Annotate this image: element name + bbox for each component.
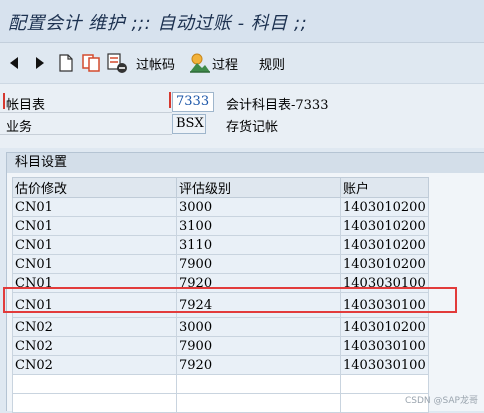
valuation-class-cell[interactable]: 7900 xyxy=(176,254,341,274)
application-toolbar: 过帐码 过程 规则 xyxy=(0,43,484,84)
next-entry-button[interactable] xyxy=(34,43,46,83)
table-header-row: 估价修改 评估级别 账户 xyxy=(12,177,429,198)
valuation-modifier-cell[interactable]: CN01 xyxy=(12,235,177,255)
delete-button[interactable] xyxy=(106,43,128,83)
column-header-account[interactable]: 账户 xyxy=(340,177,429,198)
table-row[interactable]: CN02 3000 1403010200 xyxy=(12,317,429,337)
empty-cell[interactable] xyxy=(340,374,429,394)
table-row[interactable]: CN01 7920 1403030100 xyxy=(12,273,429,293)
chart-of-accounts-label: 帐目表 xyxy=(6,98,46,113)
valuation-modifier-cell[interactable]: CN01 xyxy=(12,273,177,293)
required-marker xyxy=(3,93,5,109)
valuation-class-cell[interactable]: 3000 xyxy=(176,197,341,217)
previous-entry-button[interactable] xyxy=(8,43,20,83)
procedures-button[interactable]: 过程 xyxy=(189,43,238,83)
account-cell[interactable]: 1403010200 xyxy=(340,254,429,274)
group-title: 科目设置 xyxy=(7,153,484,173)
valuation-modifier-cell[interactable]: CN02 xyxy=(12,317,177,337)
table-row[interactable]: CN02 7920 1403030100 xyxy=(12,355,429,375)
valuation-modifier-cell[interactable]: CN02 xyxy=(12,355,177,375)
valuation-modifier-cell[interactable]: CN01 xyxy=(12,254,177,274)
valuation-modifier-cell[interactable]: CN01 xyxy=(12,292,177,318)
account-cell[interactable]: 1403030100 xyxy=(340,292,429,318)
triangle-left-icon xyxy=(10,57,18,69)
valuation-modifier-cell[interactable]: CN01 xyxy=(12,197,177,217)
account-cell[interactable]: 1403010200 xyxy=(340,216,429,236)
table-row[interactable]: CN01 3100 1403010200 xyxy=(12,216,429,236)
account-cell[interactable]: 1403030100 xyxy=(340,273,429,293)
procedures-label: 过程 xyxy=(212,57,239,73)
account-cell[interactable]: 1403010200 xyxy=(340,235,429,255)
transaction-label: 业务 xyxy=(6,120,33,135)
account-cell[interactable]: 1403030100 xyxy=(340,336,429,356)
valuation-class-cell[interactable]: 3110 xyxy=(176,235,341,255)
valuation-modifier-cell[interactable]: CN02 xyxy=(12,336,177,356)
chart-of-accounts-description: 会计科目表-7333 xyxy=(226,98,329,113)
column-header-valuation-modifier[interactable]: 估价修改 xyxy=(12,177,177,198)
triangle-right-icon xyxy=(36,57,44,69)
valuation-class-cell[interactable]: 7924 xyxy=(176,292,341,318)
window-title: 配置会计 维护 ;;: 自动过账 - 科目 ;; xyxy=(8,13,308,34)
landscape-icon xyxy=(190,53,210,73)
table-row[interactable]: CN01 3000 1403010200 xyxy=(12,197,429,217)
header-form: 帐目表 7333 会计科目表-7333 业务 BSX 存货记帐 xyxy=(0,84,484,148)
empty-table-row[interactable] xyxy=(12,374,429,394)
account-cell[interactable]: 1403010200 xyxy=(340,197,429,217)
valuation-modifier-cell[interactable]: CN01 xyxy=(12,216,177,236)
table-row-highlighted[interactable]: CN01 7924 1403030100 xyxy=(12,292,429,318)
transaction-description: 存货记帐 xyxy=(226,120,279,135)
chart-of-accounts-field[interactable]: 7333 xyxy=(172,92,214,112)
copy-as-button[interactable] xyxy=(81,43,103,83)
empty-cell[interactable] xyxy=(176,374,341,394)
delete-icon xyxy=(107,53,127,73)
transaction-row-line xyxy=(0,134,172,135)
chart-row-line xyxy=(0,112,172,113)
valuation-class-cell[interactable]: 7900 xyxy=(176,336,341,356)
posting-key-label: 过帐码 xyxy=(136,57,176,73)
new-document-icon xyxy=(59,54,73,72)
rules-button[interactable]: 规则 xyxy=(259,43,285,83)
copy-icon xyxy=(82,54,100,72)
valuation-class-cell[interactable]: 7920 xyxy=(176,273,341,293)
posting-key-button[interactable]: 过帐码 xyxy=(136,43,175,83)
table-row[interactable]: CN01 7900 1403010200 xyxy=(12,254,429,274)
account-table: 估价修改 评估级别 账户 CN01 3000 1403010200 CN01 3… xyxy=(12,177,429,413)
rules-label: 规则 xyxy=(259,57,286,73)
valuation-class-cell[interactable]: 3000 xyxy=(176,317,341,337)
valuation-class-cell[interactable]: 3100 xyxy=(176,216,341,236)
table-row[interactable]: CN02 7900 1403030100 xyxy=(12,336,429,356)
account-cell[interactable]: 1403010200 xyxy=(340,317,429,337)
table-row[interactable]: CN01 3110 1403010200 xyxy=(12,235,429,255)
field-required-marker xyxy=(169,92,171,108)
title-bar: 配置会计 维护 ;;: 自动过账 - 科目 ;; xyxy=(0,0,484,43)
transaction-field[interactable]: BSX xyxy=(172,114,206,134)
watermark: CSDN @SAP龙哥 xyxy=(405,396,478,406)
account-cell[interactable]: 1403030100 xyxy=(340,355,429,375)
account-assignment-group: 科目设置 估价修改 评估级别 账户 CN01 3000 1403010200 C… xyxy=(6,152,484,413)
column-header-valuation-class[interactable]: 评估级别 xyxy=(176,177,341,198)
valuation-class-cell[interactable]: 7920 xyxy=(176,355,341,375)
empty-cell[interactable] xyxy=(12,374,177,394)
new-entries-button[interactable] xyxy=(57,43,75,83)
